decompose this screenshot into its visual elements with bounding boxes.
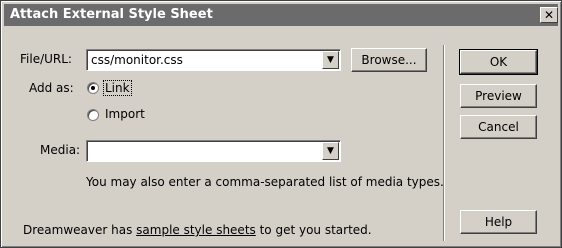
sample-style-sheets-link[interactable]: sample style sheets (136, 223, 256, 237)
file-url-value[interactable]: css/monitor.css (91, 53, 183, 67)
close-icon: ✕ (543, 8, 555, 22)
footer-text: Dreamweaver has sample style sheets to g… (23, 223, 372, 237)
radio-import-label[interactable]: Import (105, 107, 145, 121)
file-url-label: File/URL: (20, 52, 72, 66)
ok-button[interactable]: OK (459, 49, 538, 75)
cancel-button[interactable]: Cancel (460, 115, 537, 139)
file-url-combobox[interactable]: css/monitor.css ▼ (86, 49, 341, 71)
chevron-down-icon: ▼ (327, 145, 334, 156)
radio-selected-dot (91, 86, 95, 90)
file-url-dropdown-button[interactable]: ▼ (322, 51, 339, 69)
media-label: Media: (40, 143, 81, 157)
dialog-window: Attach External Style Sheet ✕ File/URL: … (0, 0, 562, 248)
help-button[interactable]: Help (460, 210, 537, 234)
preview-button[interactable]: Preview (460, 84, 537, 108)
radio-link[interactable] (87, 82, 99, 94)
media-dropdown-button[interactable]: ▼ (322, 142, 339, 160)
add-as-label: Add as: (29, 81, 74, 95)
title-bar: Attach External Style Sheet ✕ (4, 4, 558, 26)
radio-import[interactable] (87, 109, 99, 121)
media-combobox[interactable]: ▼ (86, 140, 341, 162)
browse-button[interactable]: Browse... (351, 48, 427, 72)
radio-link-label[interactable]: Link (103, 80, 132, 96)
dialog-title: Attach External Style Sheet (10, 7, 213, 22)
footer-suffix: to get you started. (255, 223, 372, 237)
vertical-divider (443, 45, 445, 241)
close-button[interactable]: ✕ (540, 7, 558, 23)
media-hint: You may also enter a comma-separated lis… (86, 175, 444, 189)
chevron-down-icon: ▼ (327, 54, 334, 65)
footer-prefix: Dreamweaver has (23, 223, 137, 237)
